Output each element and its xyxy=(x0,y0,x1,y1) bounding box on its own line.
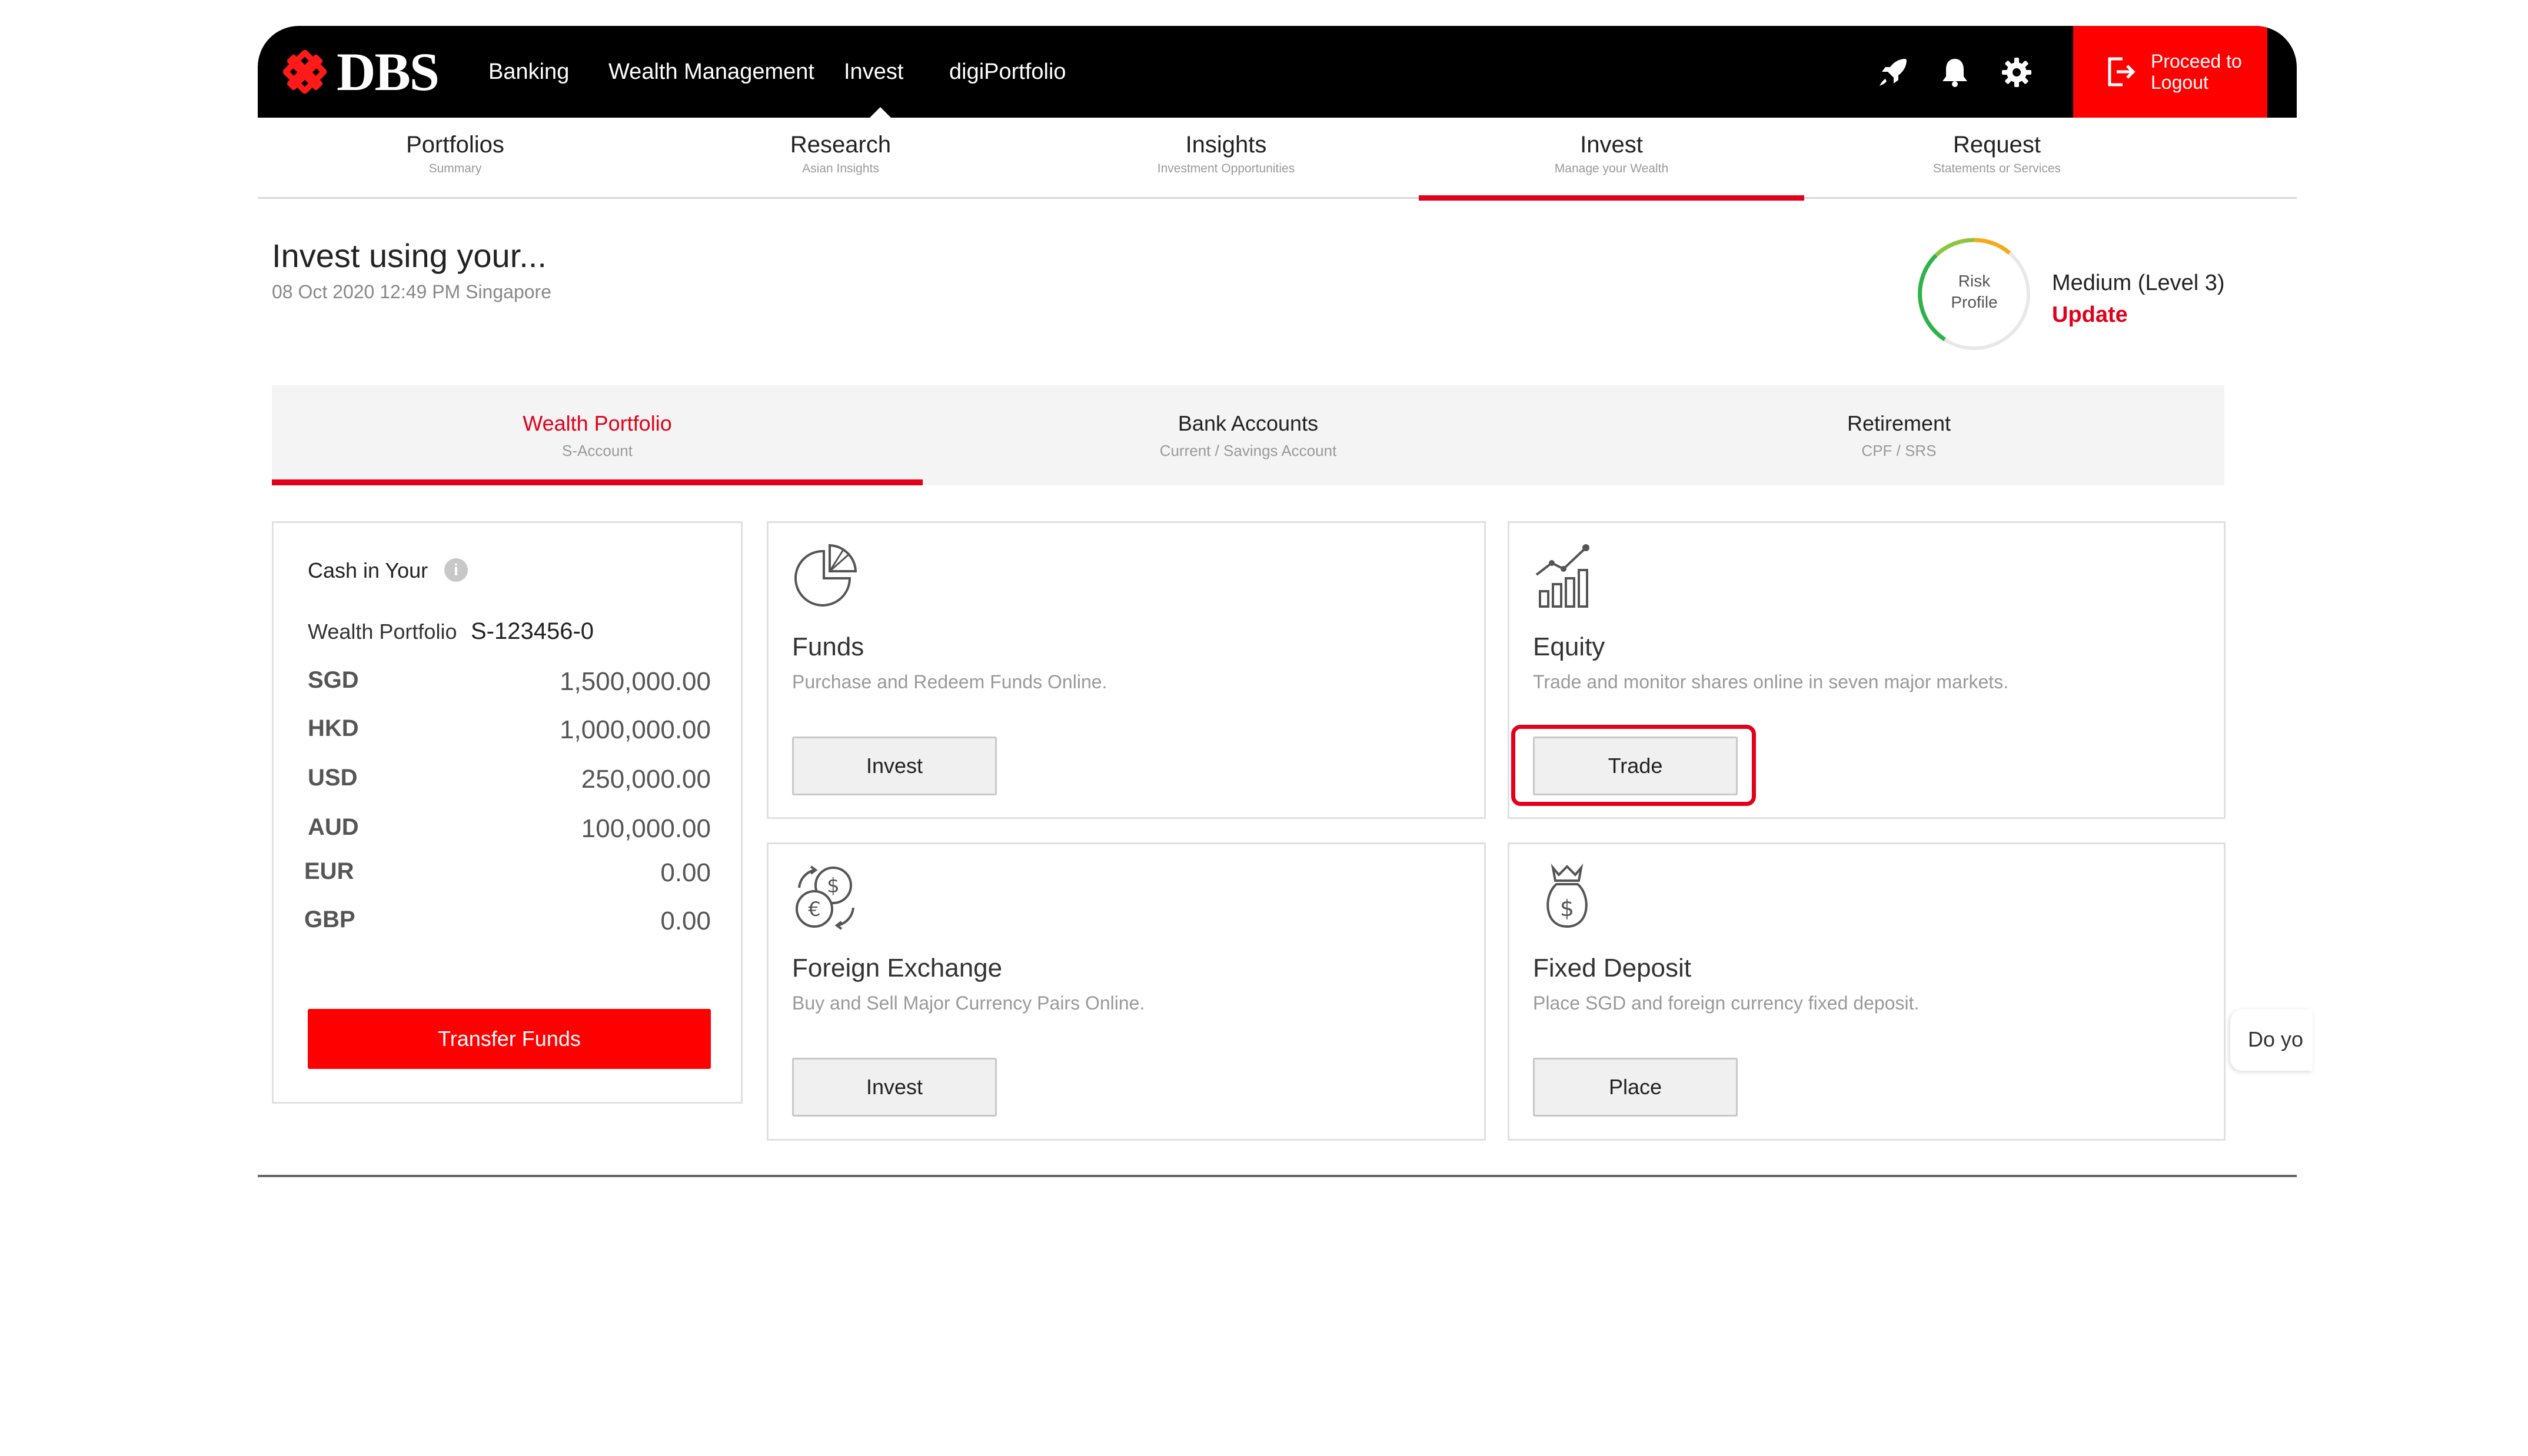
cash-account-label: Wealth Portfolio xyxy=(308,619,457,644)
currency-code: SGD xyxy=(308,667,359,693)
currency-amount: 1,000,000.00 xyxy=(560,715,711,744)
tab-retirement-subtitle: CPF / SRS xyxy=(1861,442,1937,459)
svg-text:$: $ xyxy=(827,874,840,898)
section-tabs: Portfolios Summary Research Asian Insigh… xyxy=(258,118,2297,201)
tab-retirement[interactable]: Retirement CPF / SRS xyxy=(1574,385,2224,485)
tab-portfolios-subtitle: Summary xyxy=(428,162,482,175)
balance-row: USD 250,000.00 xyxy=(308,765,711,794)
nav-active-caret xyxy=(870,107,891,118)
currency-code: USD xyxy=(308,765,358,791)
nav-banking[interactable]: Banking xyxy=(488,59,569,85)
bell-icon[interactable] xyxy=(1939,56,1971,88)
funds-card: Funds Purchase and Redeem Funds Online. … xyxy=(767,521,1486,819)
balance-row: GBP 0.00 xyxy=(304,907,711,936)
chat-bubble-text: Do yo xyxy=(2248,1027,2304,1051)
account-tabs: Wealth Portfolio S-Account Bank Accounts… xyxy=(272,385,2224,485)
tab-request[interactable]: Request Statements or Services xyxy=(1804,118,2190,199)
balance-row: SGD 1,500,000.00 xyxy=(308,667,711,697)
tab-research-subtitle: Asian Insights xyxy=(802,162,879,175)
logout-button[interactable]: Proceed to Logout xyxy=(2073,26,2267,118)
currency-code: GBP xyxy=(304,907,355,932)
foreign-exchange-card: $ € Foreign Exchange Buy and Sell Major … xyxy=(767,842,1486,1141)
fd-description: Place SGD and foreign currency fixed dep… xyxy=(1533,992,1920,1014)
tab-insights-subtitle: Investment Opportunities xyxy=(1157,162,1295,175)
currency-amount: 100,000.00 xyxy=(581,814,711,843)
money-bag-icon: $ xyxy=(1546,863,1588,928)
dbs-logo-text: DBS xyxy=(337,42,440,102)
risk-profile-label: Risk Profile xyxy=(1951,272,1998,311)
footer-divider xyxy=(258,1175,2297,1177)
dbs-logo[interactable]: DBS xyxy=(281,42,440,102)
page-timestamp: 08 Oct 2020 12:49 PM Singapore xyxy=(272,281,551,302)
funds-title: Funds xyxy=(792,632,864,661)
fixed-deposit-card: $ Fixed Deposit Place SGD and foreign cu… xyxy=(1508,842,2226,1141)
transfer-funds-button[interactable]: Transfer Funds xyxy=(308,1009,711,1069)
fx-title: Foreign Exchange xyxy=(792,954,1003,982)
nav-digiportfolio[interactable]: digiPortfolio xyxy=(949,59,1066,85)
cash-balance-card: Cash in Your i Wealth Portfolio S-123456… xyxy=(272,521,743,1104)
tab-insights-title: Insights xyxy=(1185,132,1267,158)
tab-portfolios-title: Portfolios xyxy=(406,132,504,158)
balance-row: AUD 100,000.00 xyxy=(308,814,711,844)
chat-bubble[interactable]: Do yo xyxy=(2230,1009,2313,1071)
balance-row: HKD 1,000,000.00 xyxy=(308,715,711,745)
balance-row: EUR 0.00 xyxy=(304,858,711,888)
tab-invest-title: Invest xyxy=(1580,132,1643,158)
tab-invest-subtitle: Manage your Wealth xyxy=(1554,162,1669,175)
tab-request-title: Request xyxy=(1953,132,2041,158)
logout-label: Proceed to Logout xyxy=(2151,51,2242,93)
currency-code: EUR xyxy=(304,858,354,884)
currency-amount: 1,500,000.00 xyxy=(560,667,711,696)
tab-bank-accounts[interactable]: Bank Accounts Current / Savings Account xyxy=(923,385,1574,485)
page-title: Invest using your... xyxy=(272,237,547,274)
logout-icon xyxy=(2108,57,2136,86)
tab-research-title: Research xyxy=(790,132,892,158)
tab-insights[interactable]: Insights Investment Opportunities xyxy=(1033,118,1419,199)
trade-highlight-box xyxy=(1511,725,1756,806)
funds-invest-button[interactable]: Invest xyxy=(792,737,997,795)
gear-icon[interactable] xyxy=(2001,56,2033,88)
fx-invest-button[interactable]: Invest xyxy=(792,1058,997,1117)
fd-place-button[interactable]: Place xyxy=(1533,1058,1738,1117)
tab-portfolios[interactable]: Portfolios Summary xyxy=(262,118,648,199)
currency-code: AUD xyxy=(308,814,359,840)
bar-chart-icon xyxy=(1535,544,1589,608)
currency-amount: 0.00 xyxy=(660,907,711,935)
rocket-icon[interactable] xyxy=(1877,56,1909,88)
info-icon[interactable]: i xyxy=(444,558,468,582)
nav-wealth-management[interactable]: Wealth Management xyxy=(608,59,814,85)
equity-title: Equity xyxy=(1533,632,1605,661)
cash-title: Cash in Your xyxy=(308,558,428,582)
top-nav-bar: DBS Banking Wealth Management Invest dig… xyxy=(258,26,2297,118)
equity-description: Trade and monitor shares online in seven… xyxy=(1533,671,2009,692)
pie-chart-icon xyxy=(794,544,857,607)
fd-title: Fixed Deposit xyxy=(1533,954,1692,982)
risk-level: Medium (Level 3) xyxy=(2052,271,2225,295)
tab-retirement-title: Retirement xyxy=(1847,411,1951,435)
currency-amount: 0.00 xyxy=(660,858,711,887)
currency-amount: 250,000.00 xyxy=(581,765,711,794)
tab-research[interactable]: Research Asian Insights xyxy=(648,118,1033,199)
svg-text:$: $ xyxy=(1560,895,1574,921)
tab-bank-accounts-subtitle: Current / Savings Account xyxy=(1159,442,1337,459)
currency-code: HKD xyxy=(308,715,359,741)
risk-update-link[interactable]: Update xyxy=(2052,302,2128,328)
currency-exchange-icon: $ € xyxy=(796,865,854,930)
fx-description: Buy and Sell Major Currency Pairs Online… xyxy=(792,992,1145,1014)
tab-invest[interactable]: Invest Manage your Wealth xyxy=(1419,118,1804,201)
tab-request-subtitle: Statements or Services xyxy=(1932,162,2061,175)
dbs-logo-mark-icon xyxy=(281,48,328,95)
svg-text:€: € xyxy=(808,898,821,921)
tab-wealth-portfolio-subtitle: S-Account xyxy=(562,442,633,459)
funds-description: Purchase and Redeem Funds Online. xyxy=(792,671,1107,692)
cash-account-number: S-123456-0 xyxy=(471,618,594,644)
nav-invest[interactable]: Invest xyxy=(844,59,903,85)
tab-bank-accounts-title: Bank Accounts xyxy=(1177,411,1319,435)
tab-wealth-portfolio-title: Wealth Portfolio xyxy=(523,411,672,435)
tab-wealth-portfolio[interactable]: Wealth Portfolio S-Account xyxy=(272,385,923,485)
